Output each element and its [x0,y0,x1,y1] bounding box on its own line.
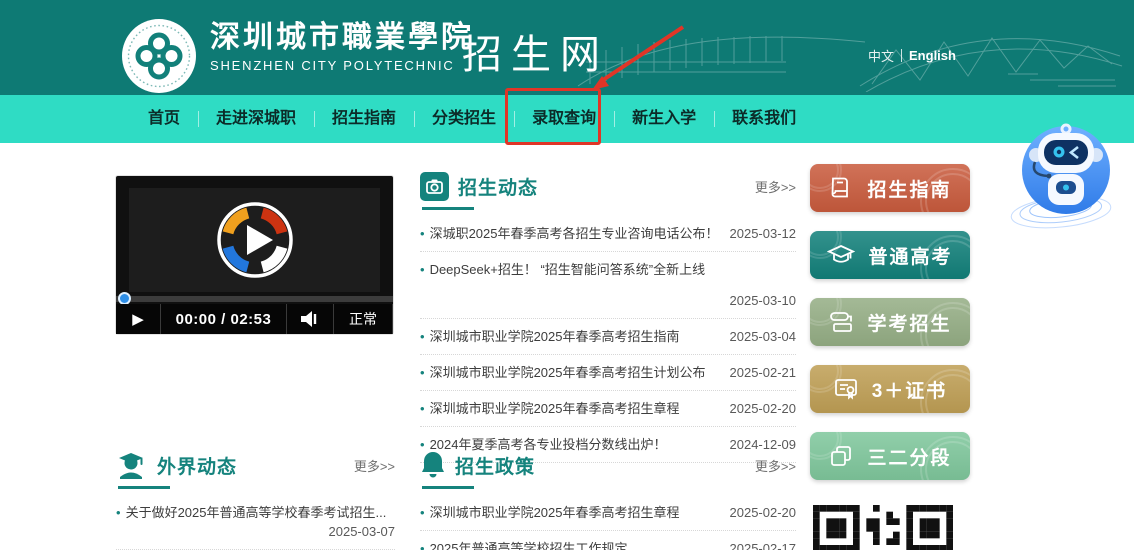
video-screen[interactable] [129,188,380,292]
video-play-logo-icon[interactable] [215,200,295,280]
more-link[interactable]: 更多>> [755,456,796,475]
news-title[interactable]: 深圳城市职业学院2025年春季高考招生章程 [430,399,720,418]
external-news-list: • 关于做好2025年普通高等学校春季考试招生... 2025-03-07 [116,495,395,550]
news-item[interactable]: • 深圳城市职业学院2025年春季高考招生指南 2025-03-04 [420,319,796,355]
brand-block: 深圳城市職業學院 SHENZHEN CITY POLYTECHNIC [210,20,474,73]
building-wireframe-decoration [560,6,1125,92]
news-date: 2025-03-12 [720,224,797,243]
news-item[interactable]: • 深城职2025年春季高考各招生专业咨询电话公布！ 2025-03-12 [420,216,796,252]
overlap-squares-icon [828,443,854,469]
more-link[interactable]: 更多>> [354,456,395,475]
quick-link-admissions-guide[interactable]: 招生指南 [810,164,970,212]
bullet-icon: • [420,539,425,550]
quick-link-label: 3＋证书 [872,376,948,403]
video-volume-button[interactable] [287,304,334,334]
nav-item[interactable]: 新生入学 [614,95,714,143]
bullet-icon: • [420,363,425,382]
section-admissions-news: 招生动态 更多>> • 深城职2025年春季高考各招生专业咨询电话公布！ 202… [420,172,796,463]
section-header: 外界动态 更多>> [116,450,395,489]
nav-item[interactable]: 联系我们 [714,95,814,143]
news-date: 2025-03-10 [420,291,796,310]
news-item[interactable]: • 深圳城市职业学院2025年春季高考招生计划公布 2025-02-21 [420,355,796,391]
news-item[interactable]: • 深圳城市职业学院2025年春季高考招生章程 2025-02-20 [420,391,796,427]
news-title[interactable]: 关于做好2025年普通高等学校春季考试招生... [126,503,395,522]
news-title[interactable]: 深圳城市职业学院2025年春季高考招生章程 [430,503,720,522]
quick-link-xuekao-admissions[interactable]: 学考招生 [810,298,970,346]
video-play-button[interactable]: ▶ [116,304,161,334]
quick-links-panel: 招生指南 普通高考 学考招生 3＋证书 [810,164,970,499]
news-date: 2025-02-21 [720,363,797,382]
qr-code-image [813,505,953,550]
video-progress-bar[interactable] [116,296,393,302]
video-player[interactable]: ▶ 00:00 / 02:53 正常 [116,176,393,334]
quick-link-3-plus-certificate[interactable]: 3＋证书 [810,365,970,413]
nav-item[interactable]: 招生指南 [314,95,414,143]
more-link[interactable]: 更多>> [755,177,796,196]
news-item[interactable]: • 2025年普通高等学校招生工作规定 2025-02-17 [420,531,796,550]
bullet-icon: • [420,399,425,418]
section-external-news: 外界动态 更多>> • 关于做好2025年普通高等学校春季考试招生... 202… [116,450,395,550]
ai-assistant-mascot[interactable] [1005,118,1123,236]
news-title[interactable]: 深圳城市职业学院2025年春季高考招生计划公布 [430,363,720,382]
video-controls: ▶ 00:00 / 02:53 正常 [116,304,393,334]
bullet-icon: • [420,327,425,346]
news-item[interactable]: • DeepSeek+招生！ “招生智能问答系统”全新上线 2025-03-10 [420,252,796,319]
news-title[interactable]: 2025年普通高等学校招生工作规定 [430,539,720,550]
section-title: 招生政策 [455,452,535,479]
news-item[interactable]: • 关于做好2025年普通高等学校春季考试招生... 2025-03-07 [116,495,395,550]
video-time-display: 00:00 / 02:53 [161,304,287,334]
policy-news-list: • 深圳城市职业学院2025年春季高考招生章程 2025-02-20 • 202… [420,495,796,550]
bullet-icon: • [420,260,425,279]
news-date: 2025-02-20 [720,399,797,418]
section-header: 招生政策 更多>> [420,450,796,489]
nav-item[interactable]: 首页 [130,95,198,143]
lang-divider [901,49,902,62]
site-name: 招生网 [462,22,609,80]
volume-icon [299,310,321,328]
school-logo[interactable] [120,17,198,95]
certificate-icon [833,376,859,402]
section-admissions-policy: 招生政策 更多>> • 深圳城市职业学院2025年春季高考招生章程 2025-0… [420,450,796,550]
book-icon [828,175,854,201]
admissions-homepage: 深圳城市職業學院 SHENZHEN CITY POLYTECHNIC 招生网 中… [0,0,1134,550]
lang-english-link[interactable]: English [909,48,956,63]
quick-link-label: 普通高考 [868,242,952,269]
quick-link-three-two-segment[interactable]: 三二分段 [810,432,970,480]
school-name-cn: 深圳城市職業學院 [210,20,474,56]
news-title[interactable]: 深城职2025年春季高考各招生专业咨询电话公布！ [430,224,720,243]
quick-link-general-gaokao[interactable]: 普通高考 [810,231,970,279]
graduation-cap-icon [827,242,855,268]
qr-code [813,505,953,550]
bullet-icon: • [420,224,425,243]
bullet-icon: • [420,503,425,522]
quick-link-label: 招生指南 [867,175,951,202]
bullet-icon: • [116,503,121,522]
news-date: 2025-02-17 [720,539,797,550]
news-date: 2025-03-07 [319,522,396,541]
bell-icon [420,450,446,480]
quick-link-label: 学考招生 [867,309,951,336]
quick-link-label: 三二分段 [867,443,951,470]
news-item[interactable]: • 深圳城市职业学院2025年春季高考招生章程 2025-02-20 [420,495,796,531]
language-switcher: 中文 English [868,46,956,65]
news-title[interactable]: 深圳城市职业学院2025年春季高考招生指南 [430,327,720,346]
school-name-en: SHENZHEN CITY POLYTECHNIC [210,58,474,73]
news-title[interactable]: DeepSeek+招生！ “招生智能问答系统”全新上线 [430,260,796,279]
nav-item[interactable]: 走进深城职 [198,95,314,143]
section-title: 外界动态 [157,452,237,479]
news-date: 2025-02-20 [720,503,797,522]
camera-icon [420,172,449,201]
lang-chinese-link[interactable]: 中文 [868,46,894,65]
news-date: 2025-03-04 [720,327,797,346]
section-header: 招生动态 更多>> [420,172,796,210]
video-speed-button[interactable]: 正常 [334,304,393,334]
site-header: 深圳城市職業學院 SHENZHEN CITY POLYTECHNIC 招生网 中… [0,0,1134,95]
admissions-news-list: • 深城职2025年春季高考各招生专业咨询电话公布！ 2025-03-12 • … [420,216,796,463]
section-title: 招生动态 [458,173,538,200]
nav-item[interactable]: 录取查询 [514,95,614,143]
books-icon [828,309,854,335]
main-navigation: 首页走进深城职招生指南分类招生录取查询新生入学联系我们 [0,95,1134,143]
graduate-icon [116,450,148,480]
nav-item[interactable]: 分类招生 [414,95,514,143]
